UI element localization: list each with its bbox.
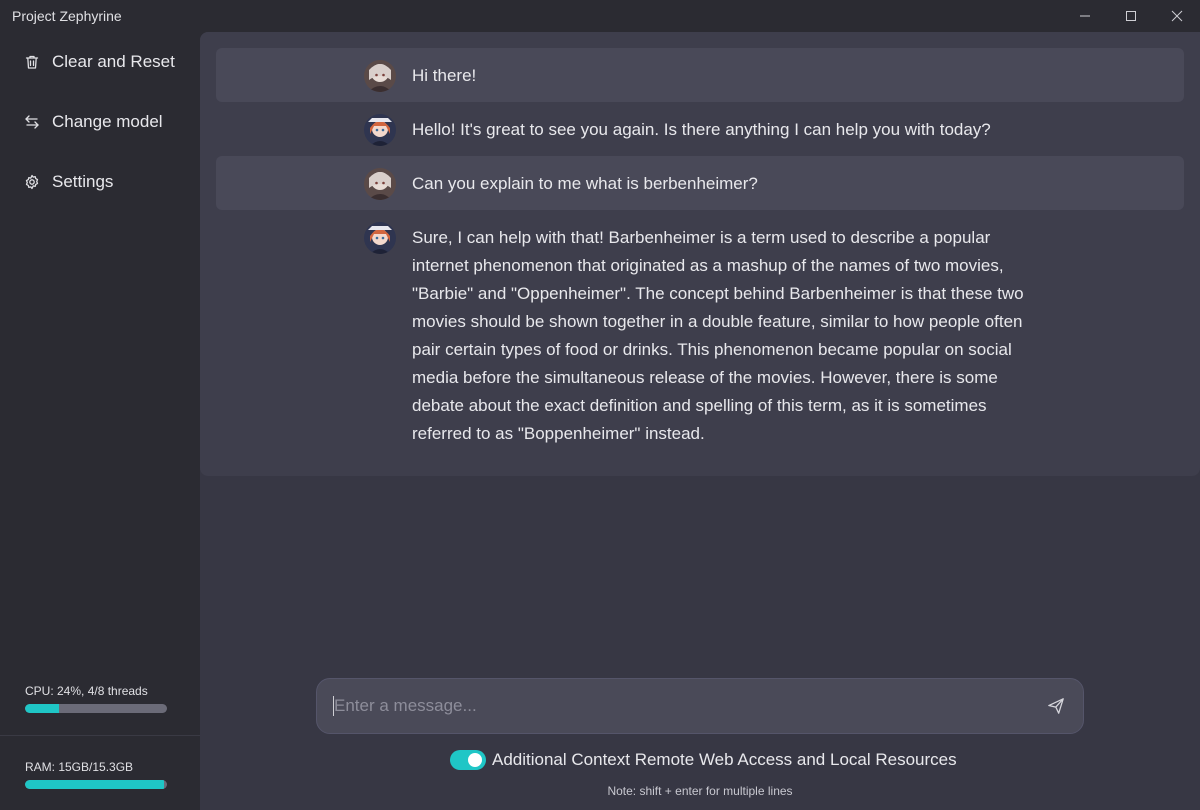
close-button[interactable] xyxy=(1154,0,1200,32)
close-icon xyxy=(1171,10,1183,22)
sidebar-item-clear-reset[interactable]: Clear and Reset xyxy=(0,32,200,92)
context-access-label: Additional Context Remote Web Access and… xyxy=(492,750,957,769)
cpu-usage-bar-fill xyxy=(25,704,60,713)
minimize-button[interactable] xyxy=(1062,0,1108,32)
message-composer xyxy=(316,678,1084,734)
maximize-icon xyxy=(1126,11,1136,21)
sidebar-divider xyxy=(0,735,200,736)
sidebar-item-settings[interactable]: Settings xyxy=(0,152,200,212)
sidebar: Clear and Reset Change model Settings CP… xyxy=(0,32,200,810)
input-hint: Note: shift + enter for multiple lines xyxy=(607,784,793,798)
ram-usage: RAM: 15GB/15.3GB xyxy=(25,760,167,789)
minimize-icon xyxy=(1080,15,1090,17)
send-button[interactable] xyxy=(1047,696,1067,716)
app-title: Project Zephyrine xyxy=(12,8,122,24)
user-avatar xyxy=(364,168,396,200)
ram-usage-bar-fill xyxy=(25,780,165,789)
context-access-toggle[interactable] xyxy=(450,750,486,770)
chat-message-user: Hi there! xyxy=(216,48,1184,102)
cpu-usage-label: CPU: 24%, 4/8 threads xyxy=(25,684,148,698)
trash-icon xyxy=(24,54,40,70)
chat-message-assistant: Hello! It's great to see you again. Is t… xyxy=(216,102,1184,156)
chat-history: Hi there! Hello! It's great to see you a… xyxy=(200,32,1200,476)
message-text: Can you explain to me what is berbenheim… xyxy=(412,174,758,193)
ram-usage-label: RAM: 15GB/15.3GB xyxy=(25,760,134,774)
assistant-avatar xyxy=(364,114,396,146)
send-icon xyxy=(1048,698,1064,714)
cpu-usage-bar xyxy=(25,704,167,713)
cpu-usage: CPU: 24%, 4/8 threads xyxy=(25,684,167,713)
user-avatar xyxy=(364,60,396,92)
sidebar-item-label: Settings xyxy=(52,172,114,191)
toggle-knob xyxy=(468,753,482,767)
ram-usage-bar xyxy=(25,780,167,789)
maximize-button[interactable] xyxy=(1108,0,1154,32)
message-text: Hello! It's great to see you again. Is t… xyxy=(412,120,991,139)
chat-message-user: Can you explain to me what is berbenheim… xyxy=(216,156,1184,210)
message-text: Hi there! xyxy=(412,66,477,85)
title-bar: Project Zephyrine xyxy=(0,0,1200,32)
chat-message-assistant: Sure, I can help with that! Barbenheimer… xyxy=(216,210,1184,460)
context-toggle-row: Additional Context Remote Web Access and… xyxy=(450,748,957,772)
sidebar-item-change-model[interactable]: Change model xyxy=(0,92,200,152)
main-area: Hi there! Hello! It's great to see you a… xyxy=(200,32,1200,810)
sidebar-item-label: Change model xyxy=(52,112,163,131)
sidebar-item-label: Clear and Reset xyxy=(52,52,175,71)
swap-arrows-icon xyxy=(24,114,40,130)
message-text: Sure, I can help with that! Barbenheimer… xyxy=(412,228,1024,443)
gear-icon xyxy=(24,174,40,190)
window-controls xyxy=(1062,0,1200,32)
message-input[interactable] xyxy=(334,696,1047,716)
assistant-avatar xyxy=(364,222,396,254)
